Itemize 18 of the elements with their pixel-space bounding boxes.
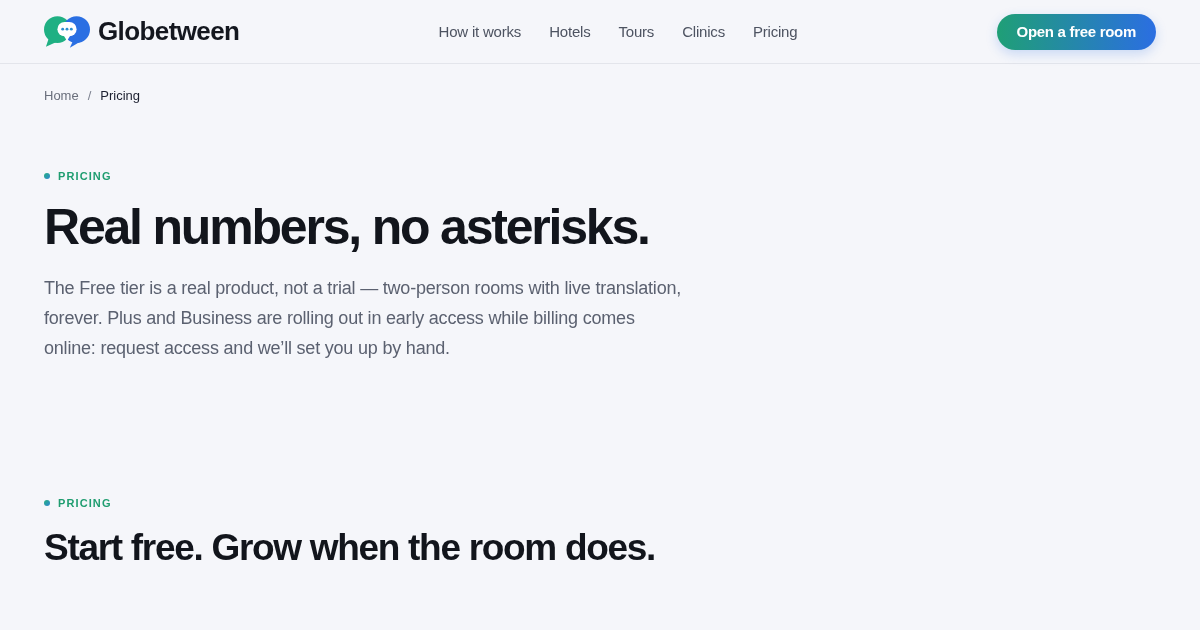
nav-link[interactable]: Tours <box>618 23 655 40</box>
nav-link[interactable]: Pricing <box>752 23 798 40</box>
section-heading: Start free. Grow when the room does. <box>44 526 657 570</box>
breadcrumb-separator: / <box>87 88 92 104</box>
open-room-button[interactable]: Open a free room <box>996 13 1156 50</box>
speech-bubbles-logo-icon[interactable] <box>44 15 90 48</box>
nav-link[interactable]: Clinics <box>682 23 725 40</box>
eyebrow-dot-icon <box>44 500 50 506</box>
eyebrow-label: PRICING <box>58 497 112 509</box>
intro-paragraph: The Free tier is a real product, not a trial — two-person rooms with live translation, forever. Plus and Business are rolling out in early access while billing comes online: request access and we’ll set you up by hand. <box>44 277 683 360</box>
breadcrumb-link[interactable]: Home <box>44 88 79 104</box>
nav-link[interactable]: Hotels <box>549 23 591 40</box>
page-heading: Real numbers, no asterisks. <box>44 199 650 255</box>
breadcrumb-current: Pricing <box>100 88 141 104</box>
eyebrow-label: PRICING <box>58 170 112 182</box>
eyebrow-dot-icon <box>44 173 50 179</box>
brand-name[interactable]: Globetween <box>98 16 240 47</box>
nav-link[interactable]: How it works <box>438 23 522 40</box>
